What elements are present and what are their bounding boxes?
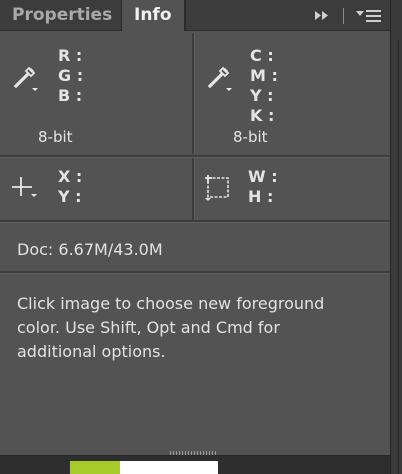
bit-depth-left: 8-bit bbox=[38, 128, 73, 146]
label-h: H : bbox=[248, 187, 274, 206]
label-b: B : bbox=[58, 86, 83, 105]
panel-menu-icon bbox=[355, 9, 383, 23]
label-g: G : bbox=[58, 66, 84, 85]
label-x: X : bbox=[58, 167, 83, 186]
help-text: Click image to choose new foreground col… bbox=[17, 294, 325, 361]
crosshair-icon bbox=[10, 174, 40, 206]
divider-horizontal-1 bbox=[0, 155, 390, 158]
label-k: K : bbox=[250, 106, 275, 125]
panel-menu-button[interactable] bbox=[355, 0, 383, 31]
divider-horizontal-3 bbox=[0, 271, 390, 274]
adjacent-panel-edge bbox=[390, 0, 402, 474]
control-separator bbox=[343, 8, 344, 24]
readout-divider-vertical-top bbox=[192, 33, 195, 154]
tab-properties[interactable]: Properties bbox=[0, 0, 122, 31]
label-y: Y : bbox=[250, 86, 274, 105]
marquee-rectangle-icon bbox=[204, 174, 234, 208]
panel-tab-bar: Properties Info bbox=[0, 0, 390, 32]
divider-horizontal-2 bbox=[0, 220, 390, 223]
tab-divider bbox=[184, 0, 186, 31]
label-m: M : bbox=[250, 66, 278, 85]
label-w: W : bbox=[248, 167, 278, 186]
white-swatch bbox=[120, 461, 218, 474]
collapse-panel-icon[interactable] bbox=[314, 0, 330, 31]
document-size-info: Doc: 6.67M/43.0M bbox=[17, 240, 163, 259]
eyedropper-icon bbox=[206, 65, 234, 97]
bit-depth-right: 8-bit bbox=[233, 128, 268, 146]
label-r: R : bbox=[58, 46, 83, 65]
readout-divider-vertical-bottom bbox=[192, 158, 195, 220]
green-swatch bbox=[70, 461, 120, 474]
info-panel: Properties Info R : G : B : 8-bit C: M … bbox=[0, 0, 390, 474]
label-y-position: Y : bbox=[58, 187, 82, 206]
eyedropper-icon bbox=[12, 65, 40, 97]
tab-info[interactable]: Info bbox=[122, 0, 184, 32]
label-c: C : bbox=[250, 46, 274, 65]
